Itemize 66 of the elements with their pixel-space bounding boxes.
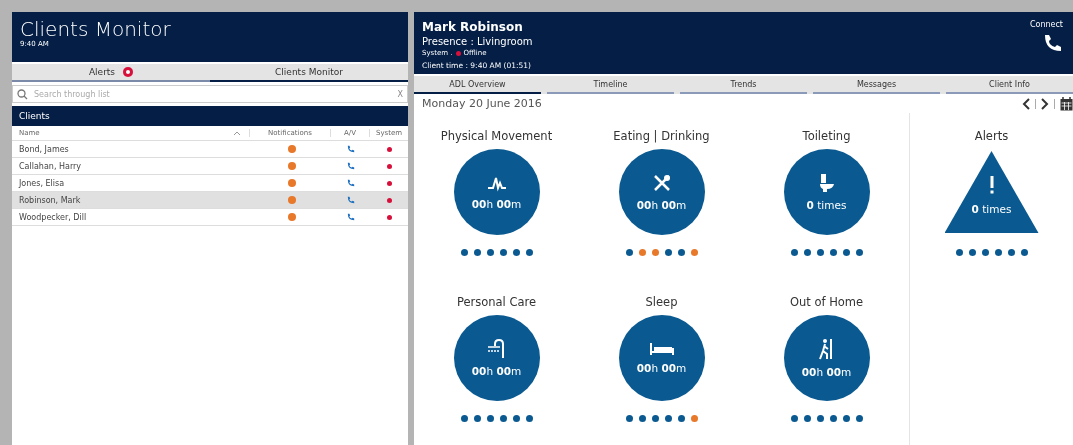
clear-button[interactable]: X xyxy=(397,89,403,99)
tile-value: 00h 00m xyxy=(471,365,522,377)
activity-circle[interactable]: 00h 00m xyxy=(783,315,870,401)
list-title: Clients xyxy=(12,106,408,126)
client-name: Jones, Elisa xyxy=(19,178,66,188)
tile-value: 00h 00m xyxy=(471,198,522,210)
tile-title: Toileting xyxy=(802,129,851,143)
presence-label: Presence : Livingroom xyxy=(422,35,533,48)
client-row[interactable]: Woodpecker, Dill xyxy=(12,209,408,226)
walking-person-icon xyxy=(818,338,835,360)
notification-badge-icon xyxy=(288,196,296,204)
activity-circle[interactable]: 00h 00m xyxy=(618,315,705,401)
tab[interactable]: ADL Overview xyxy=(414,76,541,94)
tile-value: 00h 00m xyxy=(636,362,687,374)
notification-badge-icon xyxy=(288,213,296,221)
exclamation-icon xyxy=(988,175,995,195)
status-dot-icon xyxy=(386,180,392,186)
tile-value: 00h 00m xyxy=(636,199,687,211)
activity-circle[interactable]: 0 times xyxy=(783,149,870,235)
tab[interactable]: Alerts xyxy=(12,64,210,82)
tab[interactable]: Trends xyxy=(680,76,807,94)
tile-title: Sleep xyxy=(645,295,678,309)
status-dot-icon xyxy=(386,146,392,152)
status-dot-icon xyxy=(386,214,392,220)
client-row[interactable]: Bond, James xyxy=(12,141,408,158)
date-label: Monday 20 June 2016 xyxy=(422,97,542,110)
client-row[interactable]: Robinson, Mark xyxy=(12,192,408,209)
app-title: Clients Monitor xyxy=(20,18,172,40)
tile-title: Physical Movement xyxy=(440,129,553,143)
bed-icon xyxy=(648,342,675,356)
client-name: Mark Robinson xyxy=(422,20,524,35)
sort-caret-icon[interactable] xyxy=(233,130,241,136)
tab[interactable]: Clients Monitor xyxy=(210,64,408,82)
previous-icon[interactable] xyxy=(1022,97,1030,110)
client-row[interactable]: Callahan, Harry xyxy=(12,158,408,175)
phone-icon[interactable] xyxy=(1043,33,1063,53)
tile-value: 0 times xyxy=(806,199,847,211)
search-field[interactable]: Search through list X xyxy=(12,85,408,103)
client-name: Bond, James xyxy=(19,144,70,154)
notification-badge-icon xyxy=(288,162,296,170)
calendar-icon[interactable] xyxy=(1060,96,1073,111)
activity-circle[interactable]: 00h 00m xyxy=(453,149,540,235)
tile-value: 0 times xyxy=(971,203,1012,215)
toilet-icon xyxy=(817,173,836,193)
status-dot-icon xyxy=(455,50,461,56)
tile-title: Alerts xyxy=(974,129,1009,143)
connect-label: Connect xyxy=(1029,20,1063,29)
tab[interactable]: Messages xyxy=(813,76,940,94)
notification-badge-icon xyxy=(288,145,296,153)
search-icon xyxy=(17,88,28,100)
cutlery-icon xyxy=(651,173,672,193)
tile-title: Out of Home xyxy=(789,295,864,309)
tab[interactable]: Client Info xyxy=(946,76,1073,94)
client-name: Robinson, Mark xyxy=(19,195,82,205)
status-dot-icon xyxy=(386,163,392,169)
status-dot-icon xyxy=(386,197,392,203)
client-name: Woodpecker, Dill xyxy=(19,212,88,222)
client-name: Callahan, Harry xyxy=(19,161,83,171)
activity-circle[interactable]: 00h 00m xyxy=(618,149,705,235)
activity-circle[interactable]: 00h 00m xyxy=(453,315,540,401)
tab[interactable]: Timeline xyxy=(547,76,674,94)
tile-title: Personal Care xyxy=(456,295,537,309)
notification-badge-icon xyxy=(288,179,296,187)
tile-title: Eating | Drinking xyxy=(613,129,710,143)
next-icon[interactable] xyxy=(1041,97,1049,110)
tile-value: 00h 00m xyxy=(801,366,852,378)
